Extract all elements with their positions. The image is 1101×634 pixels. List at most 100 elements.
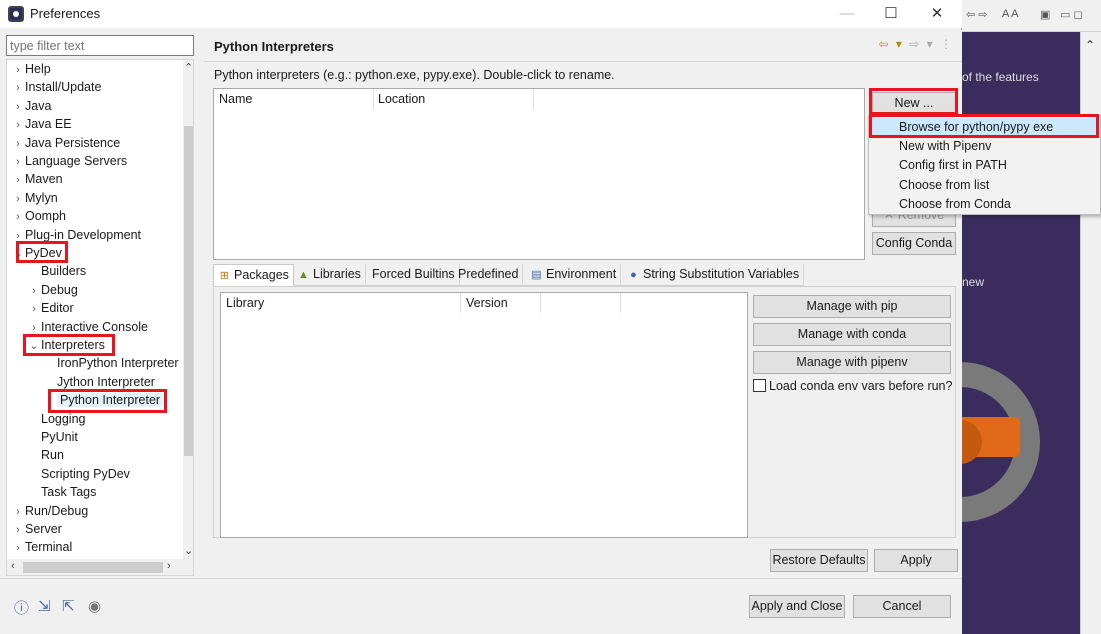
tree-item-language-servers[interactable]: › Language Servers	[11, 152, 127, 170]
libraries-table[interactable]: Library Version	[220, 292, 748, 538]
tree-item-java-persistence[interactable]: › Java Persistence	[11, 134, 120, 152]
scroll-up-icon[interactable]: ⌃	[184, 61, 193, 74]
tab-predefined[interactable]: Predefined	[454, 264, 524, 286]
tree-item-jython-interpreter[interactable]: Jython Interpreter	[43, 373, 155, 391]
tree-item-debug[interactable]: › Debug	[27, 281, 78, 299]
tree-item-mylyn[interactable]: › Mylyn	[11, 189, 58, 207]
tree-item-ironpython-interpreter[interactable]: IronPython Interpreter	[43, 354, 179, 372]
tree-item-task-tags[interactable]: Task Tags	[27, 483, 96, 501]
tree-item-install-update[interactable]: › Install/Update	[11, 78, 101, 96]
tree-item-java[interactable]: › Java	[11, 97, 51, 115]
column-name[interactable]: Name	[219, 92, 252, 106]
tree-item-python-interpreter[interactable]: Python Interpreter	[43, 391, 164, 409]
chevron-right-icon[interactable]: ›	[11, 227, 25, 245]
import-icon[interactable]: ⇲	[38, 597, 51, 615]
scroll-thumb[interactable]	[184, 126, 193, 456]
tree-item-pyunit[interactable]: PyUnit	[27, 428, 78, 446]
tree-item-interpreters[interactable]: ⌄ Interpreters	[27, 336, 105, 354]
chevron-right-icon[interactable]: ›	[11, 61, 25, 79]
tree-item-maven[interactable]: › Maven	[11, 170, 62, 189]
chevron-right-icon[interactable]: ›	[11, 539, 25, 557]
interpreter-tabs: ⊞ Packages ▲ Libraries Forced Builtins Predef…	[213, 264, 805, 286]
tree-item-label: Language Servers	[25, 154, 128, 168]
chevron-right-icon[interactable]: ›	[11, 503, 25, 521]
chevron-right-icon[interactable]: ›	[27, 282, 41, 300]
tab-string-substitution-variables[interactable]: ● String Substitution Variables	[623, 264, 805, 286]
menu-item-browse-for-python-pypy-exe[interactable]: Browse for python/pypy exe	[869, 118, 1100, 137]
export-icon[interactable]: ⇱	[62, 597, 75, 615]
cancel-button[interactable]: Cancel	[853, 595, 951, 618]
column-library[interactable]: Library	[226, 296, 264, 310]
chevron-right-icon[interactable]: ›	[27, 319, 41, 337]
column-divider	[460, 293, 461, 313]
filter-input[interactable]	[6, 35, 194, 56]
navigation-icons[interactable]: ⇦ ▾ ⇨ ▾ ⋮	[879, 37, 955, 51]
tab-libraries[interactable]: ▲ Libraries	[293, 264, 366, 286]
menu-item-choose-from-conda[interactable]: Choose from Conda	[869, 195, 1100, 214]
tab-forced-builtins[interactable]: Forced Builtins	[368, 264, 460, 286]
apply-button[interactable]: Apply	[874, 549, 958, 572]
page-content: Python interpreters (e.g.: python.exe, p…	[204, 62, 962, 578]
menu-item-config-first-in-path[interactable]: Config first in PATH	[869, 156, 1100, 175]
tree-item-interactive-console[interactable]: › Interactive Console	[27, 318, 148, 336]
manage-with-conda-button[interactable]: Manage with conda	[753, 323, 951, 346]
chevron-right-icon[interactable]: ›	[11, 208, 25, 226]
column-divider	[620, 293, 621, 313]
chevron-right-icon[interactable]: ›	[11, 79, 25, 97]
menu-item-new-with-pipenv[interactable]: New with Pipenv	[869, 137, 1100, 156]
chevron-right-icon[interactable]: ›	[11, 190, 25, 208]
menu-item-choose-from-list[interactable]: Choose from list	[869, 176, 1100, 195]
record-icon[interactable]: ◉	[88, 597, 101, 615]
chevron-right-icon[interactable]: ›	[11, 116, 25, 134]
tree-item-run[interactable]: Run	[27, 446, 64, 464]
tree-item-oomph[interactable]: › Oomph	[11, 207, 66, 225]
manage-with-pipenv-button[interactable]: Manage with pipenv	[753, 351, 951, 374]
chevron-right-icon[interactable]: ›	[11, 153, 25, 171]
chevron-right-icon[interactable]: ›	[27, 300, 41, 318]
chevron-down-icon[interactable]: ⌄	[27, 337, 41, 355]
tree-item-builders[interactable]: Builders	[27, 262, 86, 280]
checkbox-box[interactable]	[753, 379, 766, 392]
load-conda-env-checkbox[interactable]: Load conda env vars before run?	[753, 379, 952, 393]
tab-label: Packages	[234, 268, 289, 282]
tree-horizontal-scrollbar[interactable]: ‹ ›	[7, 559, 193, 575]
chevron-right-icon[interactable]: ›	[11, 98, 25, 116]
tree-item-terminal[interactable]: › Terminal	[11, 538, 72, 556]
tree-vertical-scrollbar[interactable]: ⌃ ⌄	[183, 60, 193, 559]
tree-item-help[interactable]: › Help	[11, 60, 51, 78]
manage-with-pip-button[interactable]: Manage with pip	[753, 295, 951, 318]
tab-packages[interactable]: ⊞ Packages	[213, 264, 294, 286]
chevron-right-icon[interactable]: ›	[11, 521, 25, 539]
column-version[interactable]: Version	[466, 296, 508, 310]
tree-item-label: Java EE	[25, 117, 72, 132]
scroll-down-icon[interactable]: ⌄	[184, 544, 193, 557]
scroll-right-icon[interactable]: ›	[167, 560, 171, 572]
apply-and-close-button[interactable]: Apply and Close	[749, 595, 845, 618]
tree-item-plug-in-development[interactable]: › Plug-in Development	[11, 226, 141, 244]
minimize-button[interactable]: —	[824, 0, 870, 28]
new-interpreter-menu: Browse for python/pypy exe New with Pipen…	[868, 115, 1101, 215]
tree-item-java-ee[interactable]: › Java EE	[11, 115, 72, 134]
close-button[interactable]: ✕	[914, 0, 960, 28]
tree-item-run-debug[interactable]: › Run/Debug	[11, 502, 88, 520]
help-icon[interactable]: ⓘ	[14, 597, 29, 618]
config-conda-button[interactable]: Config Conda	[872, 232, 956, 255]
restore-defaults-button[interactable]: Restore Defaults	[770, 549, 868, 572]
tree-item-logging[interactable]: Logging	[27, 410, 86, 428]
font-size-icon: A A	[1002, 8, 1019, 20]
tab-environment[interactable]: ▤ Environment	[526, 264, 622, 286]
tree-item-pydev[interactable]: ⌄ PyDev	[11, 244, 61, 263]
chevron-right-icon[interactable]: ›	[11, 171, 25, 189]
tree-item-scripting-pydev[interactable]: Scripting PyDev	[27, 465, 130, 483]
new-button[interactable]: New ...	[872, 92, 956, 115]
chevron-right-icon[interactable]: ›	[11, 135, 25, 153]
interpreters-table[interactable]: Name Location	[213, 88, 865, 260]
scroll-thumb-horizontal[interactable]	[23, 562, 163, 573]
tree-item-editor[interactable]: › Editor	[27, 299, 74, 317]
chevron-down-icon[interactable]: ⌄	[11, 245, 25, 263]
scroll-left-icon[interactable]: ‹	[11, 560, 15, 572]
maximize-button[interactable]: ☐	[868, 0, 914, 28]
tree-item-label: Python Interpreter	[57, 393, 164, 408]
tree-item-server[interactable]: › Server	[11, 520, 62, 538]
column-location[interactable]: Location	[378, 92, 425, 106]
